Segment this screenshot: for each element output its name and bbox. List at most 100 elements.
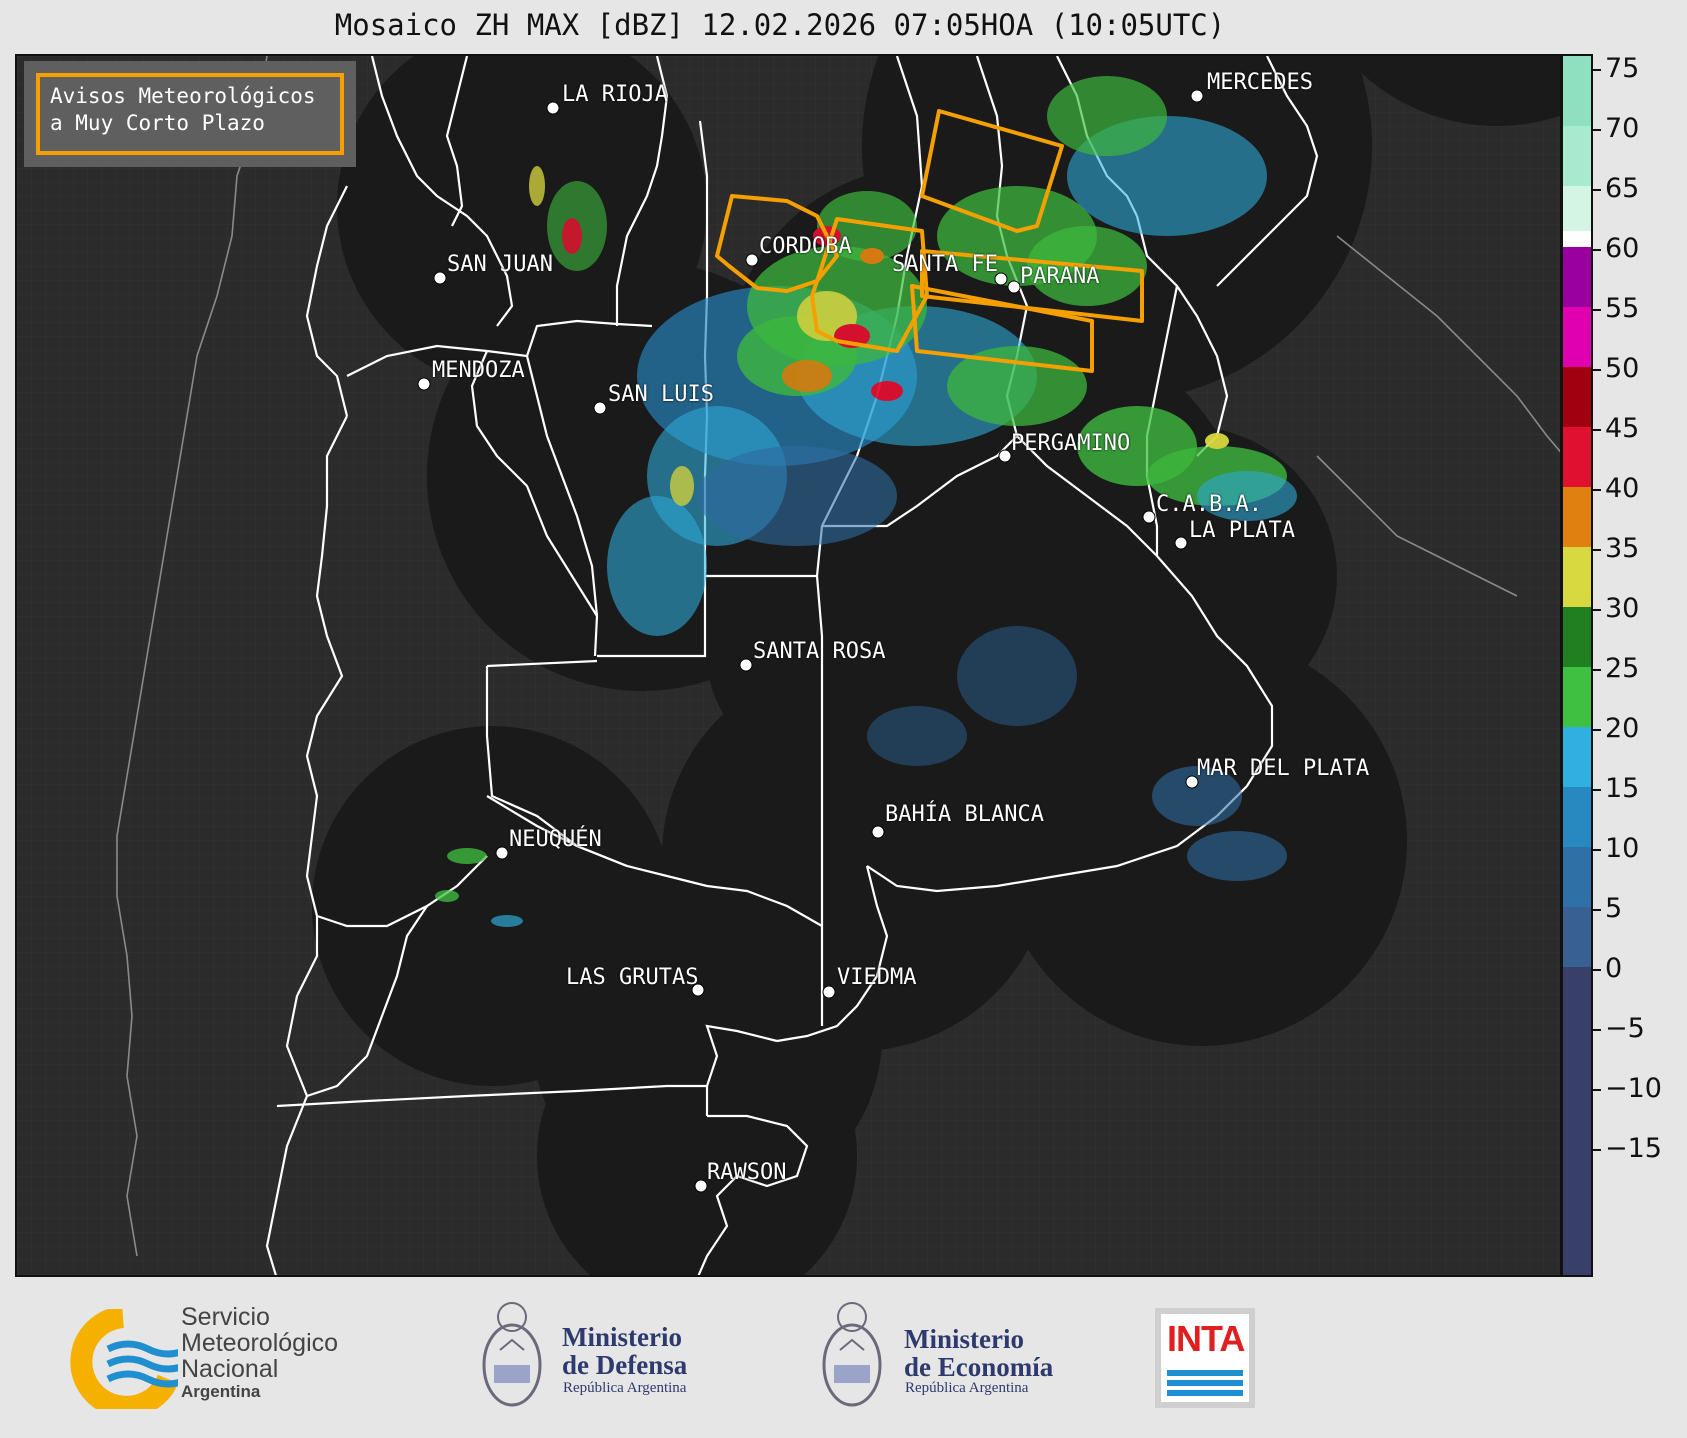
colorbar-tick-label: 30 [1605, 593, 1640, 624]
colorbar-segment [1563, 487, 1591, 547]
warning-legend-line1: Avisos Meteorológicos [50, 84, 316, 108]
colorbar-tick [1593, 729, 1601, 731]
colorbar-tick-label: 75 [1605, 53, 1640, 84]
city-marker [1174, 536, 1188, 550]
city-marker [546, 101, 560, 115]
city-label-santa-fe: SANTA FE [892, 252, 998, 277]
economia-sub: República Argentina [905, 1380, 1029, 1396]
city-marker [871, 825, 885, 839]
colorbar-tick [1593, 369, 1601, 371]
dbz-colorbar [1561, 54, 1593, 1277]
defensa-title2: de Defensa [562, 1350, 688, 1380]
colorbar-tick [1593, 309, 1601, 311]
colorbar-tick [1593, 609, 1601, 611]
colorbar-tick-label: 25 [1605, 653, 1640, 684]
colorbar-tick-label: −10 [1605, 1073, 1662, 1104]
economia-title2: de Economía [904, 1352, 1054, 1382]
colorbar-segment [1563, 126, 1591, 186]
smn-line2: Meteorológico [181, 1329, 339, 1357]
argentina-seal-icon [820, 1295, 885, 1415]
city-label-bahia-blanca: BAHÍA BLANCA [885, 802, 1044, 827]
colorbar-tick-label: −5 [1605, 1013, 1645, 1044]
city-marker [417, 377, 431, 391]
city-label-rawson: RAWSON [707, 1160, 787, 1185]
colorbar-segment [1563, 247, 1591, 307]
colorbar-tick [1593, 1089, 1601, 1091]
colorbar-tick [1593, 129, 1601, 131]
city-label-mercedes: MERCEDES [1207, 70, 1313, 95]
city-marker [998, 449, 1012, 463]
colorbar-segment [1563, 667, 1591, 727]
city-label-cordoba: CORDOBA [759, 234, 852, 259]
colorbar-tick [1593, 789, 1601, 791]
colorbar-tick-label: 45 [1605, 413, 1640, 444]
colorbar-segment [1563, 307, 1591, 367]
city-label-neuquen: NEUQUÉN [509, 827, 602, 852]
economia-title: Ministerio de Economía [904, 1325, 1053, 1381]
city-label-la-rioja: LA RIOJA [562, 82, 668, 107]
smn-logo-icon [68, 1306, 190, 1418]
city-marker [433, 271, 447, 285]
colorbar-segment [1563, 967, 1591, 1275]
inta-logo-text: INTA [1167, 1318, 1245, 1359]
defensa-title1: Ministerio [562, 1322, 682, 1352]
city-label-mar-del-plata: MAR DEL PLATA [1197, 756, 1370, 781]
city-marker [1007, 280, 1021, 294]
city-marker [739, 658, 753, 672]
colorbar-tick [1593, 669, 1601, 671]
colorbar-tick [1593, 489, 1601, 491]
city-label-la-plata: LA PLATA [1189, 518, 1295, 543]
colorbar-tick [1593, 1029, 1601, 1031]
colorbar-segment [1563, 727, 1591, 787]
smn-line1: Servicio [181, 1303, 270, 1331]
smn-name: Servicio Meteorológico Nacional Argentin… [181, 1304, 338, 1402]
colorbar-tick-label: 5 [1605, 893, 1623, 924]
defensa-sub: República Argentina [563, 1380, 687, 1396]
colorbar-segment [1563, 231, 1591, 247]
inta-logo: INTA [1155, 1308, 1255, 1408]
warning-legend-line2: a Muy Corto Plazo [50, 111, 265, 135]
colorbar-segment [1563, 787, 1591, 847]
colorbar-tick [1593, 69, 1601, 71]
city-label-san-juan: SAN JUAN [447, 252, 553, 277]
colorbar-segment [1563, 607, 1591, 667]
colorbar-segment [1563, 547, 1591, 607]
radar-map[interactable]: LA RIOJA MERCEDES CORDOBA SAN JUAN SANTA… [15, 54, 1562, 1277]
city-label-viedma: VIEDMA [837, 965, 917, 990]
city-marker [1142, 510, 1156, 524]
city-label-las-grutas: LAS GRUTAS [566, 965, 699, 990]
city-marker [822, 985, 836, 999]
colorbar-tick-label: 0 [1605, 953, 1623, 984]
warning-legend: Avisos Meteorológicos a Muy Corto Plazo [24, 61, 356, 167]
defensa-title: Ministerio de Defensa [562, 1323, 687, 1379]
colorbar-tick [1593, 969, 1601, 971]
city-label-pergamino: PERGAMINO [1011, 431, 1131, 456]
city-label-parana: PARANA [1020, 264, 1100, 289]
colorbar-tick-label: 20 [1605, 713, 1640, 744]
city-marker [745, 253, 759, 267]
colorbar-tick [1593, 189, 1601, 191]
colorbar-tick [1593, 429, 1601, 431]
colorbar-tick-label: 55 [1605, 293, 1640, 324]
colorbar-tick-label: 70 [1605, 113, 1640, 144]
colorbar-tick [1593, 249, 1601, 251]
city-marker [495, 846, 509, 860]
city-label-mendoza: MENDOZA [432, 358, 525, 383]
colorbar-tick-label: −15 [1605, 1133, 1662, 1164]
smn-line4: Argentina [181, 1382, 261, 1401]
city-marker [694, 1179, 708, 1193]
colorbar-tick [1593, 549, 1601, 551]
colorbar-tick-label: 60 [1605, 233, 1640, 264]
colorbar-tick-label: 40 [1605, 473, 1640, 504]
colorbar-tick-label: 35 [1605, 533, 1640, 564]
argentina-seal-icon [480, 1295, 545, 1415]
colorbar-segment [1563, 56, 1591, 126]
colorbar-tick-label: 65 [1605, 173, 1640, 204]
warning-legend-frame: Avisos Meteorológicos a Muy Corto Plazo [36, 73, 344, 155]
colorbar-tick-label: 10 [1605, 833, 1640, 864]
colorbar-tick [1593, 1149, 1601, 1151]
colorbar-tick-label: 15 [1605, 773, 1640, 804]
colorbar-tick-label: 50 [1605, 353, 1640, 384]
colorbar-segment [1563, 427, 1591, 487]
colorbar-tick [1593, 909, 1601, 911]
